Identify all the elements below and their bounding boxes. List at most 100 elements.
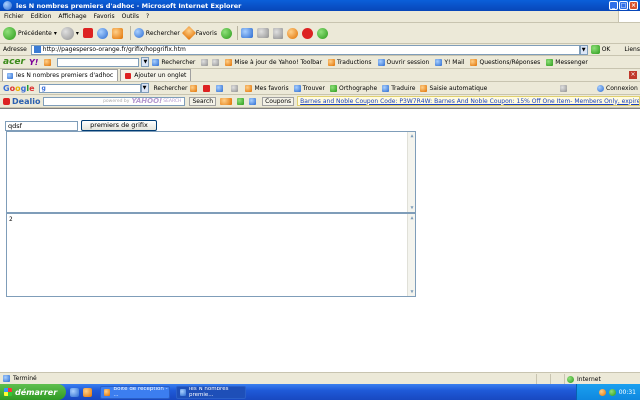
pagerank-icon: [190, 84, 198, 92]
msn-people-icon[interactable]: [316, 27, 328, 39]
messenger-button[interactable]: Messenger: [546, 58, 588, 66]
plugin-icon[interactable]: [216, 84, 224, 92]
yahoo-search-button[interactable]: Rechercher: [152, 58, 195, 66]
pen-icon[interactable]: [44, 58, 52, 66]
dealio-search-input[interactable]: powered by YAHOO! SEARCH: [43, 96, 186, 106]
yahoo-mail-button[interactable]: Y! Mail: [435, 58, 464, 66]
amazon-icon[interactable]: [237, 97, 245, 105]
messenger-icon[interactable]: [286, 27, 298, 39]
tab-current[interactable]: les N nombres premiers d'adhoc: [2, 69, 119, 81]
back-button[interactable]: Précédente ▾: [3, 26, 57, 40]
star-icon: [181, 25, 196, 41]
search-button[interactable]: Rechercher: [133, 28, 180, 38]
user-icon: [377, 58, 385, 66]
forward-button[interactable]: ▾: [60, 26, 79, 40]
dealio-search-button[interactable]: Search: [189, 96, 217, 106]
menu-edition[interactable]: Edition: [31, 13, 52, 20]
connect-button[interactable]: Connexion: [597, 84, 638, 92]
output-textarea-1[interactable]: ▲ ▼: [6, 131, 416, 213]
edit-icon[interactable]: [272, 27, 283, 39]
find-button[interactable]: Trouver: [293, 84, 325, 92]
add-tab-button[interactable]: Ajouter un onglet: [120, 69, 192, 81]
clock: 00:31: [618, 388, 636, 396]
ie-icon: [3, 1, 12, 10]
number-input[interactable]: qdsf: [5, 121, 78, 131]
scroll-up-icon[interactable]: ▲: [409, 133, 415, 139]
translate-icon: [328, 58, 336, 66]
close-button[interactable]: ×: [629, 1, 638, 10]
scrollbar[interactable]: ▲ ▼: [407, 132, 415, 212]
print-icon[interactable]: [256, 28, 269, 38]
coupon-ticker-link[interactable]: Barnes and Noble Coupon Code: P3W7R4W: B…: [297, 96, 640, 106]
outlook-icon[interactable]: [83, 387, 92, 397]
ebay-icon[interactable]: [220, 97, 233, 105]
minimize-button[interactable]: _: [609, 1, 618, 10]
refresh-icon[interactable]: [96, 27, 108, 39]
scroll-down-icon[interactable]: ▼: [409, 205, 415, 211]
maximize-button[interactable]: □: [619, 1, 628, 10]
history-icon[interactable]: [220, 27, 232, 39]
menu-fichier[interactable]: Fichier: [4, 13, 24, 20]
close-tab-icon[interactable]: ×: [629, 71, 637, 79]
stop-icon[interactable]: [82, 28, 93, 38]
links-button[interactable]: Liens: [624, 46, 640, 53]
tab-bar: les N nombres premiers d'adhoc Ajouter u…: [0, 69, 640, 82]
translations-button[interactable]: Traductions: [328, 58, 372, 66]
question-icon: [470, 58, 478, 66]
page-icon: [7, 72, 13, 79]
popup-blocker-icon[interactable]: [203, 84, 211, 92]
favorites-button[interactable]: Favoris: [181, 25, 217, 41]
page-done-icon: [3, 375, 10, 382]
menu-favoris[interactable]: Favoris: [94, 13, 115, 20]
task-inbox[interactable]: Boîte de réception - ...: [100, 385, 170, 399]
scroll-up-icon[interactable]: ▲: [409, 215, 415, 221]
menu-outils[interactable]: Outils: [122, 13, 139, 20]
warning-icon: [225, 58, 233, 66]
go-button[interactable]: OK: [590, 45, 610, 54]
system-tray: 00:31: [576, 384, 640, 400]
windows-logo-icon: [618, 11, 640, 22]
questions-answers-button[interactable]: Questions/Réponses: [470, 58, 540, 66]
address-dropdown[interactable]: ▼: [579, 44, 588, 55]
window-icon[interactable]: [231, 84, 239, 92]
coupons-button[interactable]: Coupons: [262, 96, 295, 106]
pencil-icon[interactable]: [201, 58, 209, 66]
yahoo-search-dropdown[interactable]: ▼: [141, 57, 150, 67]
connect-icon: [597, 84, 604, 92]
search-icon: [133, 28, 144, 38]
translate-icon: [382, 84, 390, 92]
layout-icon[interactable]: [212, 58, 220, 66]
menu-help[interactable]: ?: [146, 13, 149, 20]
start-button[interactable]: démarrer: [0, 384, 66, 400]
wrench-icon[interactable]: [560, 84, 567, 92]
primes-button[interactable]: premiers de grifix: [81, 120, 157, 131]
menu-affichage[interactable]: Affichage: [58, 13, 86, 20]
autofill-button[interactable]: Saisie automatique: [420, 84, 487, 92]
my-favorites-button[interactable]: Mes favoris: [245, 84, 289, 92]
spelling-button[interactable]: Orthographe: [329, 84, 377, 92]
address-input[interactable]: http://pagesperso-orange.fr/grifix/hopgr…: [30, 44, 580, 55]
tray-app-icon[interactable]: [598, 388, 606, 396]
mail-icon[interactable]: [240, 28, 253, 38]
google-search-input[interactable]: g: [38, 83, 141, 93]
star-icon: [245, 84, 253, 92]
yahoo-update-button[interactable]: Mise à jour de Yahoo! Toolbar: [225, 58, 322, 66]
google-logo: Google: [3, 83, 35, 93]
scrollbar[interactable]: ▲ ▼: [407, 214, 415, 296]
tray-network-icon[interactable]: [608, 388, 616, 396]
find-icon: [293, 84, 301, 92]
google-dropdown[interactable]: ▼: [140, 83, 149, 93]
output-textarea-2[interactable]: 2 ▲ ▼: [6, 213, 416, 297]
ie-icon[interactable]: [70, 387, 79, 397]
scroll-down-icon[interactable]: ▼: [409, 289, 415, 295]
google-search-button[interactable]: Rechercher: [154, 85, 188, 92]
yahoo-logo[interactable]: Y!: [29, 58, 38, 67]
task-browser[interactable]: les N nombres premie...: [176, 385, 246, 399]
open-session-button[interactable]: Ouvrir session: [377, 58, 429, 66]
media-icon[interactable]: [301, 27, 313, 39]
taskbar: démarrer Boîte de réception - ... les N …: [0, 384, 640, 400]
translate-button[interactable]: Traduire: [382, 84, 415, 92]
yahoo-search-input[interactable]: [57, 57, 140, 67]
home-icon[interactable]: [111, 27, 123, 39]
shopping-icon[interactable]: [249, 97, 257, 105]
